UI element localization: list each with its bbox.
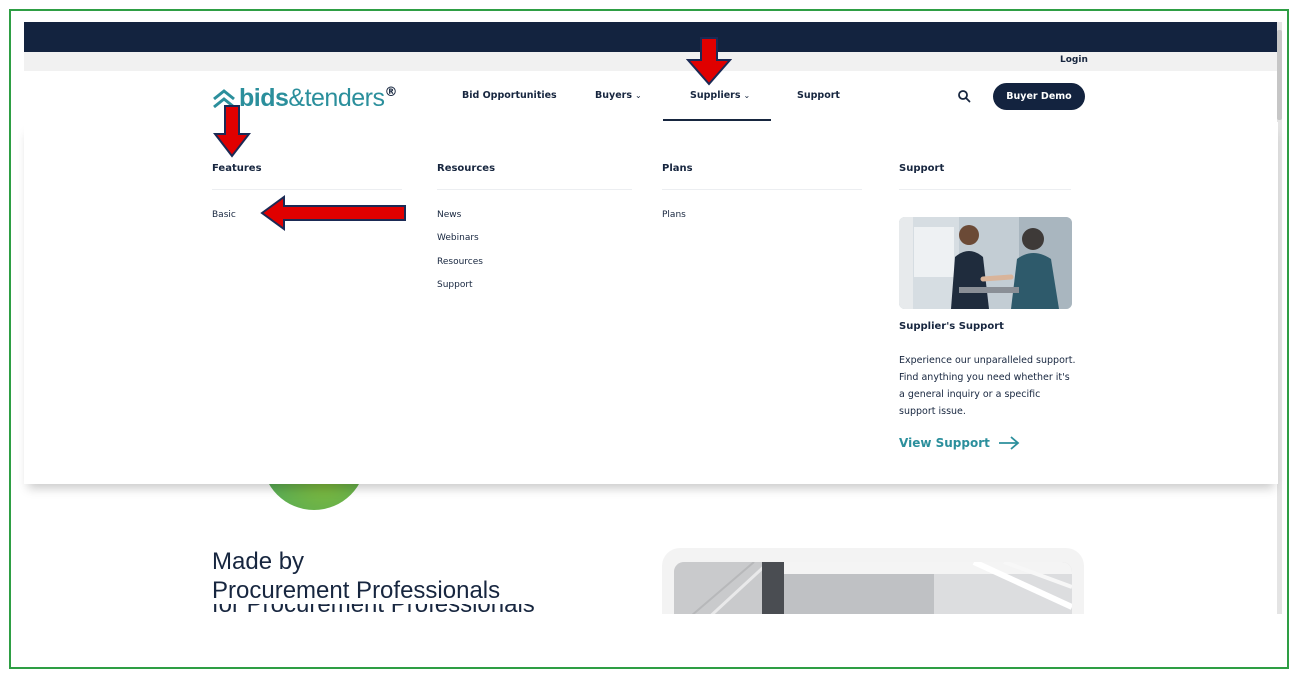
hero-photo-card (662, 548, 1084, 614)
annotation-arrow-left-icon (260, 195, 406, 231)
nav-label: Support (797, 90, 840, 101)
support-handshake-photo[interactable] (899, 217, 1072, 309)
nav-label: Suppliers (690, 90, 741, 101)
features-heading: Features (212, 163, 262, 174)
hero-line-3: for Procurement Professionals (212, 604, 572, 614)
nav-bid-opportunities[interactable]: Bid Opportunities (462, 90, 557, 101)
menu-link-resources[interactable]: Resources (437, 257, 483, 267)
hero-line-3-cropped: for Procurement Professionals (212, 604, 572, 614)
nav-label: Bid Opportunities (462, 90, 557, 101)
support-heading: Support (899, 163, 945, 174)
utility-bar (24, 52, 1278, 71)
arrow-right-icon (998, 436, 1020, 450)
top-banner (24, 22, 1278, 52)
logo-text-light: &tenders (288, 84, 385, 112)
search-icon[interactable] (957, 89, 971, 103)
nav-suppliers[interactable]: Suppliers ⌄ (690, 90, 750, 101)
resources-heading: Resources (437, 163, 496, 174)
nav-support[interactable]: Support (797, 90, 840, 101)
menu-link-basic[interactable]: Basic (212, 210, 236, 220)
column-divider (437, 189, 632, 190)
logo-registered-mark: ® (384, 85, 398, 100)
menu-link-webinars[interactable]: Webinars (437, 233, 479, 243)
nav-label: Buyers (595, 90, 632, 101)
hero-line-1: Made by (212, 548, 305, 575)
scrollbar-thumb[interactable] (1277, 30, 1282, 120)
menu-link-news[interactable]: News (437, 210, 461, 220)
view-support-label: View Support (899, 436, 990, 450)
active-nav-indicator (663, 119, 771, 121)
support-card-title: Supplier's Support (899, 321, 1004, 332)
menu-link-plans[interactable]: Plans (662, 210, 686, 220)
nav-buyers[interactable]: Buyers ⌄ (595, 90, 642, 101)
plans-heading: Plans (662, 163, 693, 174)
bottom-margin (11, 614, 1287, 667)
hero-photo (674, 562, 1072, 614)
annotation-arrow-down-icon (686, 37, 732, 86)
hero-line-2: Procurement Professionals (212, 577, 501, 604)
chevron-down-icon: ⌄ (743, 91, 751, 100)
column-divider (662, 189, 862, 190)
support-card-description: Experience our unparalleled support. Fin… (899, 355, 1076, 417)
login-link[interactable]: Login (1060, 55, 1088, 65)
annotation-arrow-down-icon (213, 105, 251, 158)
view-support-link[interactable]: View Support (899, 436, 1020, 450)
suppliers-mega-menu (24, 122, 1278, 484)
menu-link-support[interactable]: Support (437, 280, 473, 290)
column-divider (212, 189, 402, 190)
column-divider (899, 189, 1071, 190)
chevron-down-icon: ⌄ (634, 91, 642, 100)
buyer-demo-button[interactable]: Buyer Demo (993, 83, 1085, 110)
